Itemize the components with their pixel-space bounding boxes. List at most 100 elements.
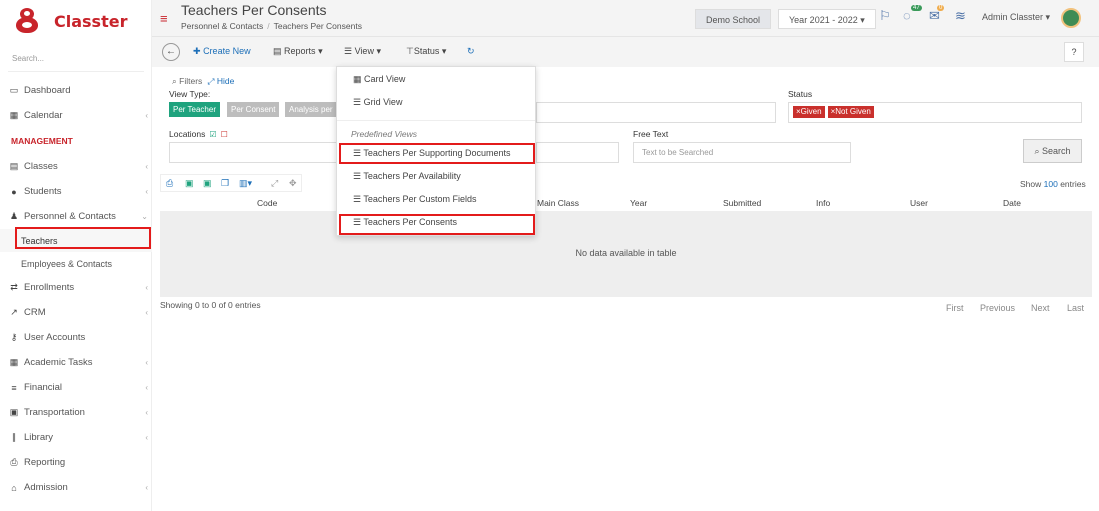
list-icon: ☰ — [353, 97, 362, 107]
pager-previous[interactable]: Previous — [980, 303, 1015, 313]
view-type-extra-field[interactable] — [536, 102, 776, 123]
columns-icon[interactable]: ▥▾ — [239, 178, 252, 189]
sidebar-item-library[interactable]: ∥ Library ‹ — [0, 425, 152, 450]
move-icon[interactable]: ✥ — [289, 178, 297, 189]
sidebar-item-label: Transportation — [24, 407, 85, 418]
sidebar-item-financial[interactable]: ≡ Financial ‹ — [0, 375, 152, 400]
create-new-button[interactable]: ✚ Create New — [193, 46, 251, 57]
logo[interactable]: Classter — [16, 6, 127, 36]
view-type-per-consent[interactable]: Per Consent — [227, 102, 280, 117]
sidebar-item-transportation[interactable]: ▣ Transportation ‹ — [0, 400, 152, 425]
status-button[interactable]: ⊤Status ▾ — [406, 46, 446, 57]
menu-item-card-view[interactable]: ▦ Card View — [353, 74, 405, 85]
printer-icon: ⎙ — [10, 457, 18, 467]
pager-last[interactable]: Last — [1067, 303, 1084, 313]
table-tools: ⎙ ▣ ▣ ❐ ▥▾ ⤢ ✥ — [160, 174, 302, 192]
menu-item-teachers-per-custom-fields[interactable]: ☰ Teachers Per Custom Fields — [353, 194, 476, 205]
sidebar-item-enrollments[interactable]: ⇄ Enrollments ‹ — [0, 275, 152, 300]
print-icon[interactable]: ⎙ — [166, 178, 173, 189]
flag-icon[interactable]: ⚐ — [879, 8, 899, 28]
sidebar-item-user-accounts[interactable]: ⚷ User Accounts — [0, 325, 152, 350]
chevron-left-icon: ‹ — [145, 408, 148, 417]
personnel-icon: ♟ — [9, 211, 19, 221]
view-type-analysis[interactable]: Analysis per — [285, 102, 336, 117]
uncheck-all-icon[interactable]: ☐ — [221, 130, 228, 139]
column-header-main-class[interactable]: Main Class — [537, 198, 579, 208]
crm-icon: ↗ — [10, 307, 18, 317]
column-header-info[interactable]: Info — [816, 198, 830, 208]
students-icon: ● — [11, 186, 17, 197]
caret-down-icon: ▾ — [318, 46, 323, 56]
breadcrumb-item[interactable]: Personnel & Contacts — [181, 21, 263, 31]
chevron-left-icon: ‹ — [145, 283, 148, 292]
user-menu[interactable]: Admin Classter ▾ — [982, 12, 1050, 23]
toolbar: ← ✚ Create New ▤ Reports ▾ ☰ View ▾ ⊤Sta… — [152, 37, 1099, 67]
check-all-icon[interactable]: ☑ — [209, 130, 216, 139]
hamburger-menu-icon[interactable]: ≡ — [160, 11, 168, 26]
arrow-left-icon: ← — [166, 46, 176, 57]
caret-down-icon: ▾ — [860, 15, 865, 25]
notifications-icon[interactable]: ◌ 47 — [903, 5, 923, 28]
sidebar-item-classes[interactable]: ▤ Classes ‹ — [0, 154, 152, 179]
sidebar-item-label: Admission — [24, 482, 68, 493]
sidebar-item-students[interactable]: ● Students ‹ — [0, 179, 152, 204]
sidebar-search-input[interactable]: Search... — [12, 54, 44, 63]
menu-item-grid-view[interactable]: ☰ Grid View — [353, 97, 402, 108]
menu-item-teachers-per-availability[interactable]: ☰ Teachers Per Availability — [353, 171, 461, 182]
mail-count: 0 — [937, 5, 945, 11]
sidebar-nav: ▭ Dashboard ▦ Calendar ‹ MANAGEMENT ▤ Cl… — [0, 78, 152, 500]
sidebar-item-label: User Accounts — [24, 332, 86, 343]
free-text-input[interactable]: Text to be Searched — [633, 142, 851, 163]
excel-icon[interactable]: ▣ — [185, 178, 194, 189]
column-header-date[interactable]: Date — [1003, 198, 1021, 208]
sidebar-item-label: Academic Tasks — [24, 357, 93, 368]
pager-first[interactable]: First — [946, 303, 964, 313]
notification-count: 47 — [911, 5, 922, 11]
school-selector[interactable]: Demo School — [695, 9, 772, 29]
layers-icon[interactable]: ≋ — [955, 8, 975, 28]
highlight-box-teachers — [15, 227, 151, 249]
column-header-user[interactable]: User — [910, 198, 928, 208]
back-button[interactable]: ← — [162, 43, 180, 61]
mail-icon[interactable]: ✉ 0 — [929, 5, 949, 28]
caret-down-icon: ▾ — [441, 46, 447, 56]
entries-count-select[interactable]: 100 — [1044, 179, 1058, 189]
sidebar-item-academic-tasks[interactable]: ▦ Academic Tasks ‹ — [0, 350, 152, 375]
avatar[interactable] — [1061, 8, 1081, 28]
sidebar-subitem-employees-contacts[interactable]: Employees & Contacts — [0, 252, 152, 275]
column-header-year[interactable]: Year — [630, 198, 647, 208]
expand-icon[interactable]: ⤢ — [271, 178, 278, 189]
highlight-box-consents — [339, 214, 535, 235]
view-button[interactable]: ☰ View ▾ — [344, 46, 381, 57]
hide-filters-link[interactable]: ⤢ Hide — [208, 76, 235, 86]
filters-toggle[interactable]: ⌕ Filters ⤢ Hide — [172, 76, 234, 87]
sidebar-item-reporting[interactable]: ⎙ Reporting — [0, 450, 152, 475]
list-icon: ☰ — [353, 171, 362, 181]
csv-icon[interactable]: ▣ — [203, 178, 212, 189]
search-button[interactable]: ⌕ Search — [1023, 139, 1082, 163]
sidebar-item-dashboard[interactable]: ▭ Dashboard — [0, 78, 152, 103]
column-header-submitted[interactable]: Submitted — [723, 198, 761, 208]
sidebar-item-calendar[interactable]: ▦ Calendar ‹ — [0, 103, 152, 128]
pager-next[interactable]: Next — [1031, 303, 1050, 313]
status-tag-not-given[interactable]: ×Not Given — [827, 106, 874, 118]
classter-logo-icon — [16, 7, 40, 35]
monitor-icon: ▭ — [9, 85, 19, 95]
copy-icon[interactable]: ❐ — [221, 178, 229, 189]
refresh-icon[interactable]: ↻ — [467, 46, 475, 57]
locations-extra-field[interactable] — [536, 142, 619, 163]
sidebar-item-label: Dashboard — [24, 85, 71, 96]
sidebar-item-personnel-contacts[interactable]: ♟ Personnel & Contacts ⌄ — [0, 204, 152, 229]
year-selector[interactable]: Year 2021 - 2022 ▾ — [778, 9, 876, 29]
column-header-code[interactable]: Code — [257, 198, 277, 208]
classes-icon: ▤ — [9, 161, 19, 171]
reports-button[interactable]: ▤ Reports ▾ — [273, 46, 323, 57]
sidebar-item-crm[interactable]: ↗ CRM ‹ — [0, 300, 152, 325]
help-button[interactable]: ? — [1064, 42, 1084, 62]
status-select[interactable]: ×Given ×Not Given — [788, 102, 1082, 123]
sidebar-item-label: Enrollments — [24, 282, 75, 293]
view-type-per-teacher[interactable]: Per Teacher — [169, 102, 220, 117]
sidebar-item-admission[interactable]: ⌂ Admission ‹ — [0, 475, 152, 500]
status-tag-given[interactable]: ×Given — [793, 106, 825, 118]
table-body: No data available in table — [160, 211, 1092, 297]
